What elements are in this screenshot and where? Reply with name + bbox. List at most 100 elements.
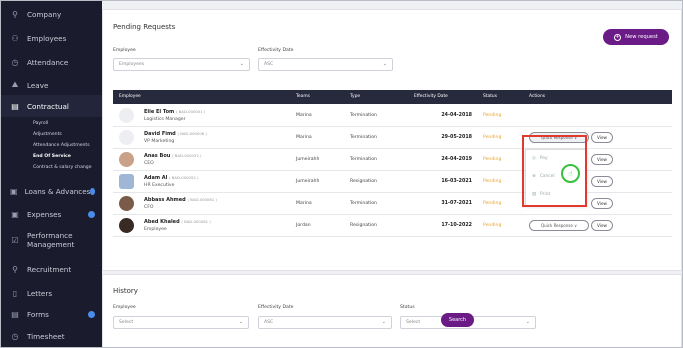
column-header-employee: Employee <box>119 94 141 99</box>
sidebar-subitem-contract-salary-change[interactable]: Contract & salary change <box>1 162 102 173</box>
quick-response-button[interactable]: Quick Response ∨ <box>529 220 589 231</box>
employee-filter-label: Employee <box>113 48 136 53</box>
employee-position: Employee <box>144 227 167 232</box>
sidebar-item-timesheet[interactable]: ◷ Timesheet <box>1 326 102 346</box>
sidebar-item-employees[interactable]: ⚇ Employees <box>1 28 102 48</box>
performance-label-line1: Performance <box>27 231 73 240</box>
sidebar: ⚲ Company ⚇ Employees ◷ Attendance ⛰ Leave ▤… <box>1 1 102 347</box>
chevron-down-icon: ⌄ <box>381 319 386 325</box>
loans-icon: ▣ <box>10 186 18 196</box>
chevron-down-icon: ⌄ <box>239 61 244 67</box>
team-cell: Marina <box>296 135 312 140</box>
column-header-status: Status <box>483 94 497 99</box>
notification-badge <box>88 310 95 318</box>
sidebar-item-forms[interactable]: ▤ Forms <box>1 304 102 324</box>
performance-icon: ☑ <box>11 235 19 245</box>
status-badge: Pending <box>483 223 502 228</box>
search-button[interactable]: Search <box>441 313 474 327</box>
status-badge: Pending <box>483 135 502 140</box>
employee-code: ( BAD-000081 ) <box>181 219 211 224</box>
app-window: ⚲ Company ⚇ Employees ◷ Attendance ⛰ Leave ▤… <box>0 0 683 348</box>
column-header-type: Type <box>350 94 361 99</box>
main-content: Pending Requests + New request Employee E… <box>102 1 682 347</box>
employee-code: ( BAD-000061 ) <box>187 197 217 202</box>
employee-name: Adam Al ( BAD-000052 ) <box>144 175 198 181</box>
view-button[interactable]: View <box>591 154 613 165</box>
sidebar-item-loans-advances[interactable]: ▣ Loans & Advances <box>1 181 102 201</box>
employee-name: Abed Khaled ( BAD-000081 ) <box>144 219 211 225</box>
date-cell: 29-05-2018 <box>441 135 472 140</box>
sidebar-subitem-attendance-adjustments[interactable]: Attendance Adjustments <box>1 140 102 151</box>
column-header-teams: Teams <box>296 94 310 99</box>
employee-position: VP Marketing <box>144 139 175 144</box>
effectivity-date-filter-label: Effectivity Date <box>258 48 294 53</box>
employee-name: David Fimd ( BAD-000006 ) <box>144 131 207 137</box>
history-date-select[interactable]: ASC ⌄ <box>258 316 392 329</box>
employee-name-text: Abed Khaled <box>144 219 180 225</box>
employee-name-text: Elie El Tom <box>144 109 175 115</box>
employee-code: ( BAD-000001 ) <box>176 109 206 114</box>
column-header-effectivity-date: Effectivity Date <box>414 94 448 99</box>
sidebar-item-company[interactable]: ⚲ Company <box>1 4 102 24</box>
type-cell: Termination <box>350 113 377 118</box>
employee-code: ( BAD-000052 ) <box>169 175 199 180</box>
effectivity-date-filter-select[interactable]: ASC ⌄ <box>258 58 393 71</box>
sidebar-item-performance-management[interactable]: ☑ Performance Management <box>1 226 102 254</box>
company-icon: ⚲ <box>12 9 18 19</box>
sidebar-item-letters[interactable]: ▯ Letters <box>1 283 102 303</box>
view-button[interactable]: View <box>591 198 613 209</box>
status-badge: Pending <box>483 201 502 206</box>
plus-icon: + <box>614 33 622 41</box>
history-employee-select[interactable]: Select ⌄ <box>113 316 249 329</box>
leave-icon: ⛰ <box>11 80 19 89</box>
history-title: History <box>113 287 138 295</box>
performance-label-line2: Management <box>27 240 75 249</box>
letters-icon: ▯ <box>12 288 18 298</box>
forms-icon: ▤ <box>11 309 19 319</box>
table-row: Adam Al ( BAD-000052 ) HR Executive Jume… <box>113 171 672 193</box>
table-header: Employee Teams Type Effectivity Date Sta… <box>113 90 672 104</box>
employee-name: Abbass Ahmed ( BAD-000061 ) <box>144 197 217 203</box>
avatar <box>119 108 134 123</box>
chevron-down-icon: ⌄ <box>525 319 530 325</box>
sidebar-subitem-end-of-service[interactable]: End Of Service <box>1 151 102 162</box>
effectivity-date-filter-value: ASC <box>264 62 274 67</box>
pending-requests-card: Pending Requests + New request Employee E… <box>102 9 682 271</box>
view-button[interactable]: View <box>591 220 613 231</box>
sidebar-item-attendance[interactable]: ◷ Attendance <box>1 52 102 72</box>
table-row: Anas Bou ( BAD-000032 ) CEO Jumeirahh Te… <box>113 149 672 171</box>
avatar <box>119 196 134 211</box>
sidebar-item-expenses[interactable]: ▣ Expenses <box>1 204 102 224</box>
column-header-actions: Actions <box>529 94 546 99</box>
new-request-button[interactable]: + New request <box>603 29 669 45</box>
view-button[interactable]: View <box>591 176 613 187</box>
type-cell: Termination <box>350 157 377 162</box>
team-cell: Marina <box>296 201 312 206</box>
employee-filter-value: Employees <box>119 62 145 67</box>
team-cell: Marina <box>296 113 312 118</box>
chevron-down-icon: ⌄ <box>382 61 387 67</box>
sidebar-subitem-adjustments[interactable]: Adjustments <box>1 129 102 140</box>
team-cell: Jumeirahh <box>296 157 320 162</box>
employee-position: Logistics Manager <box>144 117 186 122</box>
avatar <box>119 218 134 233</box>
sidebar-item-leave[interactable]: ⛰ Leave <box>1 75 102 95</box>
employee-name: Elie El Tom ( BAD-000001 ) <box>144 109 205 115</box>
team-cell: Jordan <box>296 223 311 228</box>
sidebar-item-contractual[interactable]: ▤ Contractual <box>1 95 102 117</box>
employee-filter-select[interactable]: Employees ⌄ <box>113 58 250 71</box>
employee-name-text: David Fimd <box>144 131 176 137</box>
employee-name: Anas Bou ( BAD-000032 ) <box>144 153 201 159</box>
employee-code: ( BAD-000006 ) <box>177 131 207 136</box>
sidebar-item-recruitment[interactable]: ⚲ Recruitment <box>1 259 102 279</box>
avatar <box>119 152 134 167</box>
type-cell: Termination <box>350 135 377 140</box>
view-button[interactable]: View <box>591 132 613 143</box>
status-badge: Pending <box>483 179 502 184</box>
sidebar-subitem-payroll[interactable]: Payroll <box>1 118 102 129</box>
chevron-down-icon: ⌄ <box>238 319 243 325</box>
type-cell: Resignation <box>350 179 377 184</box>
history-status-value: Select <box>406 320 421 325</box>
type-cell: Resignation <box>350 223 377 228</box>
employee-code: ( BAD-000032 ) <box>172 153 202 158</box>
